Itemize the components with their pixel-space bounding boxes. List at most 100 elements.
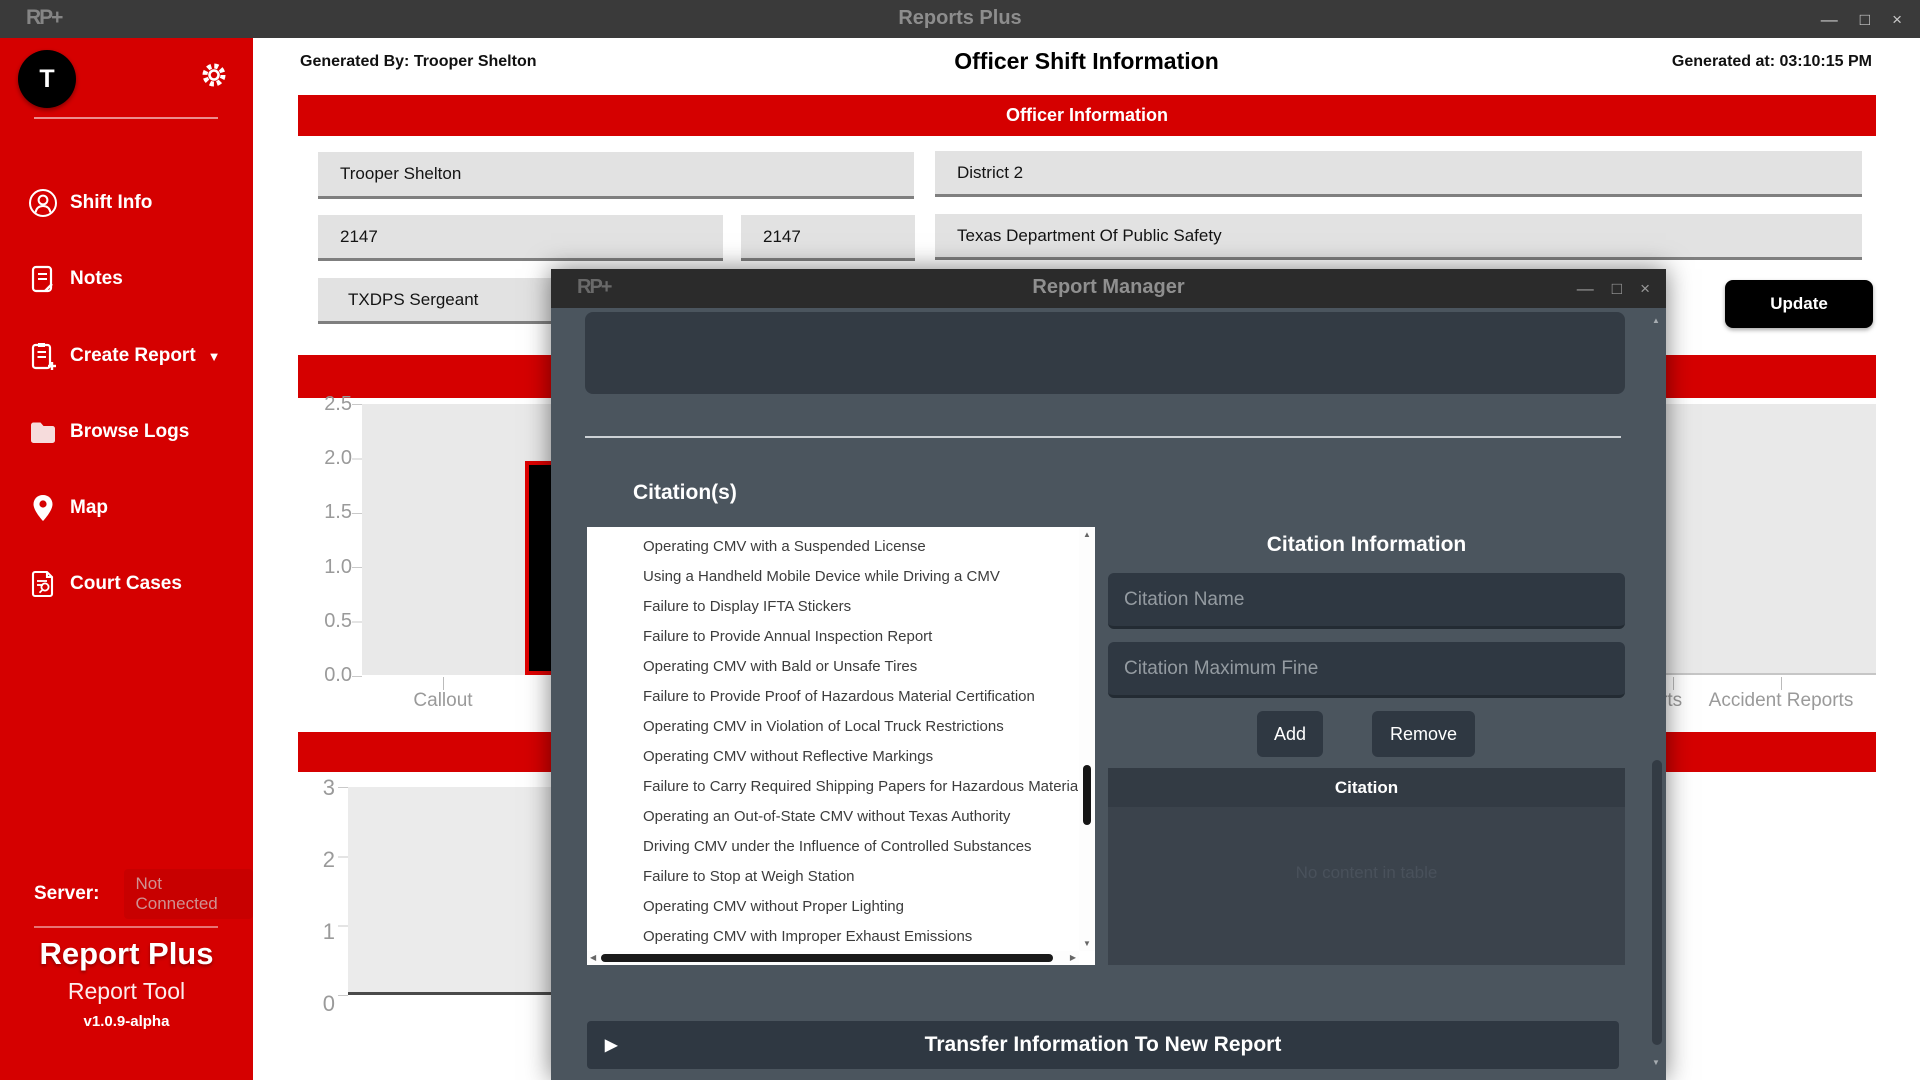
sidebar-item-court-cases[interactable]: Court Cases	[0, 562, 253, 606]
sidebar-item-label: Create Report	[70, 345, 196, 367]
modal-titlebar[interactable]: RP+ Report Manager — □ ×	[551, 269, 1666, 308]
citation-list-item[interactable]: Operating an Out-of-State CMV without Te…	[587, 802, 1078, 832]
chevron-down-icon: ▼	[208, 349, 221, 364]
transfer-button[interactable]: ▶ Transfer Information To New Report	[587, 1021, 1619, 1069]
avatar[interactable]: T	[18, 50, 76, 108]
y-tick-label: 2.0	[324, 447, 352, 469]
citation-list-item[interactable]: Operating CMV with Improper Exhaust Emis…	[587, 922, 1078, 950]
modal-title: Report Manager	[551, 276, 1666, 299]
district-field[interactable]: District 2	[935, 151, 1862, 197]
citation-table-body[interactable]: No content in table	[1108, 807, 1625, 965]
minimize-icon[interactable]: —	[1821, 11, 1838, 28]
citation-list[interactable]: Operating CMV with a Suspended LicenseUs…	[587, 527, 1095, 965]
citation-list-item[interactable]: Operating CMV with Bald or Unsafe Tires	[587, 652, 1078, 682]
y-tick-label: 1.5	[324, 501, 352, 523]
version-label: v1.0.9-alpha	[0, 1013, 253, 1030]
citation-list-item[interactable]: Failure to Display IFTA Stickers	[587, 592, 1078, 622]
citation-name-input[interactable]	[1108, 573, 1625, 629]
modal-window-controls: — □ ×	[1577, 269, 1650, 308]
add-button[interactable]: Add	[1257, 711, 1323, 757]
scrollbar-thumb[interactable]	[601, 954, 1053, 962]
citation-list-horizontal-scrollbar[interactable]: ◀ ▶	[587, 951, 1079, 965]
sidebar-item-label: Court Cases	[70, 573, 182, 595]
citations-heading: Citation(s)	[633, 481, 737, 505]
citation-list-vertical-scrollbar[interactable]: ▲ ▼	[1079, 527, 1095, 951]
y-tick-label: 1.0	[324, 556, 352, 578]
maximize-icon[interactable]: □	[1612, 280, 1622, 297]
window-titlebar[interactable]: RP+ Reports Plus — □ ×	[0, 0, 1920, 38]
citation-list-item[interactable]: Failure to Carry Required Shipping Paper…	[587, 772, 1078, 802]
scroll-up-icon[interactable]: ▲	[1079, 530, 1095, 539]
left-chart-ticks	[352, 404, 362, 677]
sidebar-item-label: Browse Logs	[70, 421, 189, 443]
citation-list-item[interactable]: Failure to Provide Annual Inspection Rep…	[587, 622, 1078, 652]
citation-list-item[interactable]: Operating CMV with a Suspended License	[587, 532, 1078, 562]
citation-max-fine-input[interactable]	[1108, 642, 1625, 698]
gear-icon[interactable]	[199, 60, 229, 90]
citation-list-item[interactable]: Operating CMV without Proper Lighting	[587, 892, 1078, 922]
citation-list-item[interactable]: Failure to Provide Proof of Hazardous Ma…	[587, 682, 1078, 712]
sidebar-item-notes[interactable]: Notes	[0, 257, 253, 301]
citation-table-header: Citation	[1108, 768, 1625, 807]
scroll-left-icon[interactable]: ◀	[590, 953, 596, 962]
modal-scroll-down-icon[interactable]: ▼	[1649, 1058, 1663, 1067]
citation-list-item[interactable]: Failure to Stop at Weigh Station	[587, 862, 1078, 892]
sidebar-item-label: Shift Info	[70, 192, 152, 214]
scroll-right-icon[interactable]: ▶	[1070, 953, 1076, 962]
y-tick-label: 0	[323, 992, 335, 1016]
scroll-down-icon[interactable]: ▼	[1079, 939, 1095, 948]
left-chart-x-tick	[443, 677, 444, 690]
maximize-icon[interactable]: □	[1860, 11, 1870, 28]
sidebar-item-map[interactable]: Map	[0, 486, 253, 530]
remove-button[interactable]: Remove	[1372, 711, 1475, 757]
person-icon	[28, 188, 58, 218]
empty-table-text: No content in table	[1108, 863, 1625, 883]
right-chart-x-tick	[1781, 677, 1782, 690]
left-chart-y-axis: 2.52.01.51.00.50.0	[293, 393, 352, 686]
court-cases-icon	[28, 569, 58, 599]
officer-name-field[interactable]: Trooper Shelton	[318, 152, 914, 199]
citation-list-items: Operating CMV with a Suspended LicenseUs…	[587, 532, 1078, 950]
modal-divider	[585, 436, 1621, 438]
citation-list-item[interactable]: Operating CMV in Violation of Local Truc…	[587, 712, 1078, 742]
citation-information-heading: Citation Information	[1108, 533, 1625, 557]
badge-number-field[interactable]: 2147	[318, 215, 723, 261]
y-tick-label: 3	[323, 776, 335, 800]
window-title: Reports Plus	[0, 7, 1920, 30]
y-tick-label: 2	[323, 848, 335, 872]
citation-list-item[interactable]: Operating CMV without Reflective Marking…	[587, 742, 1078, 772]
app-window: RP+ Reports Plus — □ × T Shift Info	[0, 0, 1920, 1080]
update-button[interactable]: Update	[1725, 280, 1873, 328]
unit-number-field[interactable]: 2147	[741, 215, 915, 261]
modal-scrollbar-thumb[interactable]	[1652, 760, 1662, 1045]
transfer-button-label: Transfer Information To New Report	[925, 1033, 1282, 1056]
window-controls: — □ ×	[1821, 0, 1902, 38]
modal-scroll-up-icon[interactable]: ▲	[1649, 316, 1663, 325]
left-chart-x-label: Callout	[393, 690, 493, 712]
sidebar-item-label: Notes	[70, 268, 123, 290]
sidebar-divider	[34, 117, 218, 119]
page-title: Officer Shift Information	[253, 48, 1920, 75]
server-status-badge: Not Connected	[124, 869, 254, 919]
sidebar-item-create-report[interactable]: Create Report ▼	[0, 334, 253, 378]
report-notes-textarea[interactable]	[585, 312, 1625, 394]
close-icon[interactable]: ×	[1640, 280, 1650, 297]
sidebar-item-shift-info[interactable]: Shift Info	[0, 181, 253, 225]
server-label: Server:	[34, 883, 100, 905]
y-tick-label: 0.0	[324, 664, 352, 686]
y-tick-label: 1	[323, 920, 335, 944]
officer-information-banner: Officer Information	[298, 95, 1876, 136]
sidebar-item-browse-logs[interactable]: Browse Logs	[0, 410, 253, 454]
minimize-icon[interactable]: —	[1577, 280, 1594, 297]
department-field[interactable]: Texas Department Of Public Safety	[935, 214, 1862, 260]
bottom-chart-y-axis: 3 2 1 0	[293, 776, 335, 1016]
brand-block: Report Plus Report Tool v1.0.9-alpha	[0, 936, 253, 1030]
close-icon[interactable]: ×	[1892, 11, 1902, 28]
map-pin-icon	[28, 493, 58, 523]
notes-icon	[28, 264, 58, 294]
sidebar-item-label: Map	[70, 497, 108, 519]
citation-list-item[interactable]: Using a Handheld Mobile Device while Dri…	[587, 562, 1078, 592]
right-chart-x-tick	[1673, 677, 1674, 690]
citation-list-item[interactable]: Driving CMV under the Influence of Contr…	[587, 832, 1078, 862]
scrollbar-thumb[interactable]	[1083, 765, 1091, 825]
